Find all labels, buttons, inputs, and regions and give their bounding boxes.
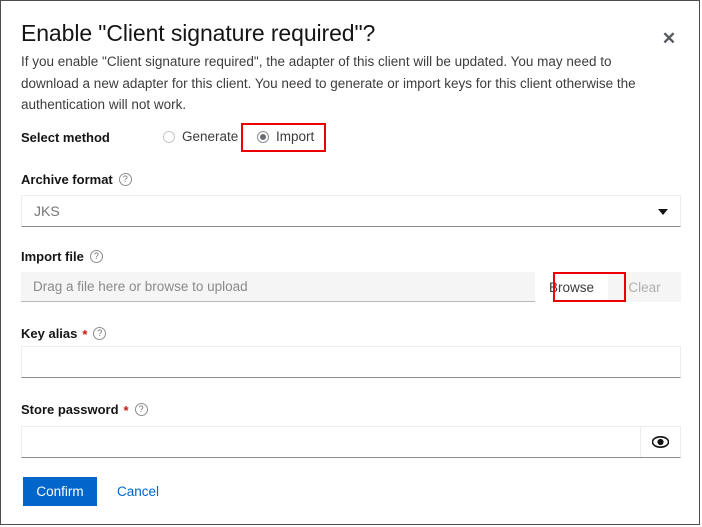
select-method-row: Select method Generate Import bbox=[21, 129, 681, 149]
import-file-label-text: Import file bbox=[21, 249, 84, 264]
key-alias-input[interactable] bbox=[21, 346, 681, 378]
store-password-input[interactable] bbox=[22, 427, 640, 457]
store-password-label: Store password * ? bbox=[21, 402, 148, 417]
archive-format-select[interactable]: JKS bbox=[21, 195, 681, 227]
radio-option-import[interactable]: Import bbox=[257, 129, 314, 144]
eye-icon[interactable] bbox=[640, 427, 680, 457]
close-icon[interactable]: ✕ bbox=[656, 25, 682, 51]
import-file-row: Drag a file here or browse to upload Bro… bbox=[21, 272, 681, 302]
help-circle-icon-key-alias[interactable]: ? bbox=[93, 327, 107, 340]
help-circle-icon-import-file[interactable]: ? bbox=[89, 250, 103, 263]
archive-format-label-text: Archive format bbox=[21, 172, 113, 187]
help-circle-icon-store-password[interactable]: ? bbox=[134, 403, 148, 416]
import-file-label: Import file ? bbox=[21, 249, 103, 264]
radio-label-generate: Generate bbox=[182, 129, 239, 144]
required-marker-key-alias: * bbox=[82, 327, 88, 342]
radio-circle-import[interactable] bbox=[257, 130, 269, 143]
file-drop-area[interactable]: Drag a file here or browse to upload bbox=[21, 272, 535, 302]
archive-format-label: Archive format ? bbox=[21, 172, 132, 187]
dialog-description: If you enable "Client signature required… bbox=[21, 54, 636, 112]
browse-button[interactable]: Browse bbox=[535, 272, 608, 302]
enable-client-signature-dialog: Enable "Client signature required"? ✕ If… bbox=[0, 0, 700, 525]
page-title: Enable "Client signature required"? bbox=[21, 20, 376, 46]
required-marker-store-password: * bbox=[123, 403, 129, 418]
radio-option-generate[interactable]: Generate bbox=[163, 129, 238, 144]
key-alias-label-text: Key alias bbox=[21, 326, 78, 341]
select-method-label: Select method bbox=[21, 130, 110, 145]
clear-button[interactable]: Clear bbox=[608, 272, 681, 302]
cancel-button[interactable]: Cancel bbox=[117, 484, 159, 499]
radio-label-import: Import bbox=[276, 129, 315, 144]
help-circle-icon-archive-format[interactable]: ? bbox=[118, 173, 132, 186]
key-alias-label: Key alias * ? bbox=[21, 326, 107, 342]
store-password-label-text: Store password bbox=[21, 402, 119, 417]
confirm-button[interactable]: Confirm bbox=[23, 477, 97, 506]
store-password-field bbox=[21, 426, 681, 458]
radio-circle-generate[interactable] bbox=[163, 130, 175, 143]
chevron-down-icon[interactable] bbox=[658, 209, 668, 215]
archive-format-value: JKS bbox=[34, 203, 60, 219]
